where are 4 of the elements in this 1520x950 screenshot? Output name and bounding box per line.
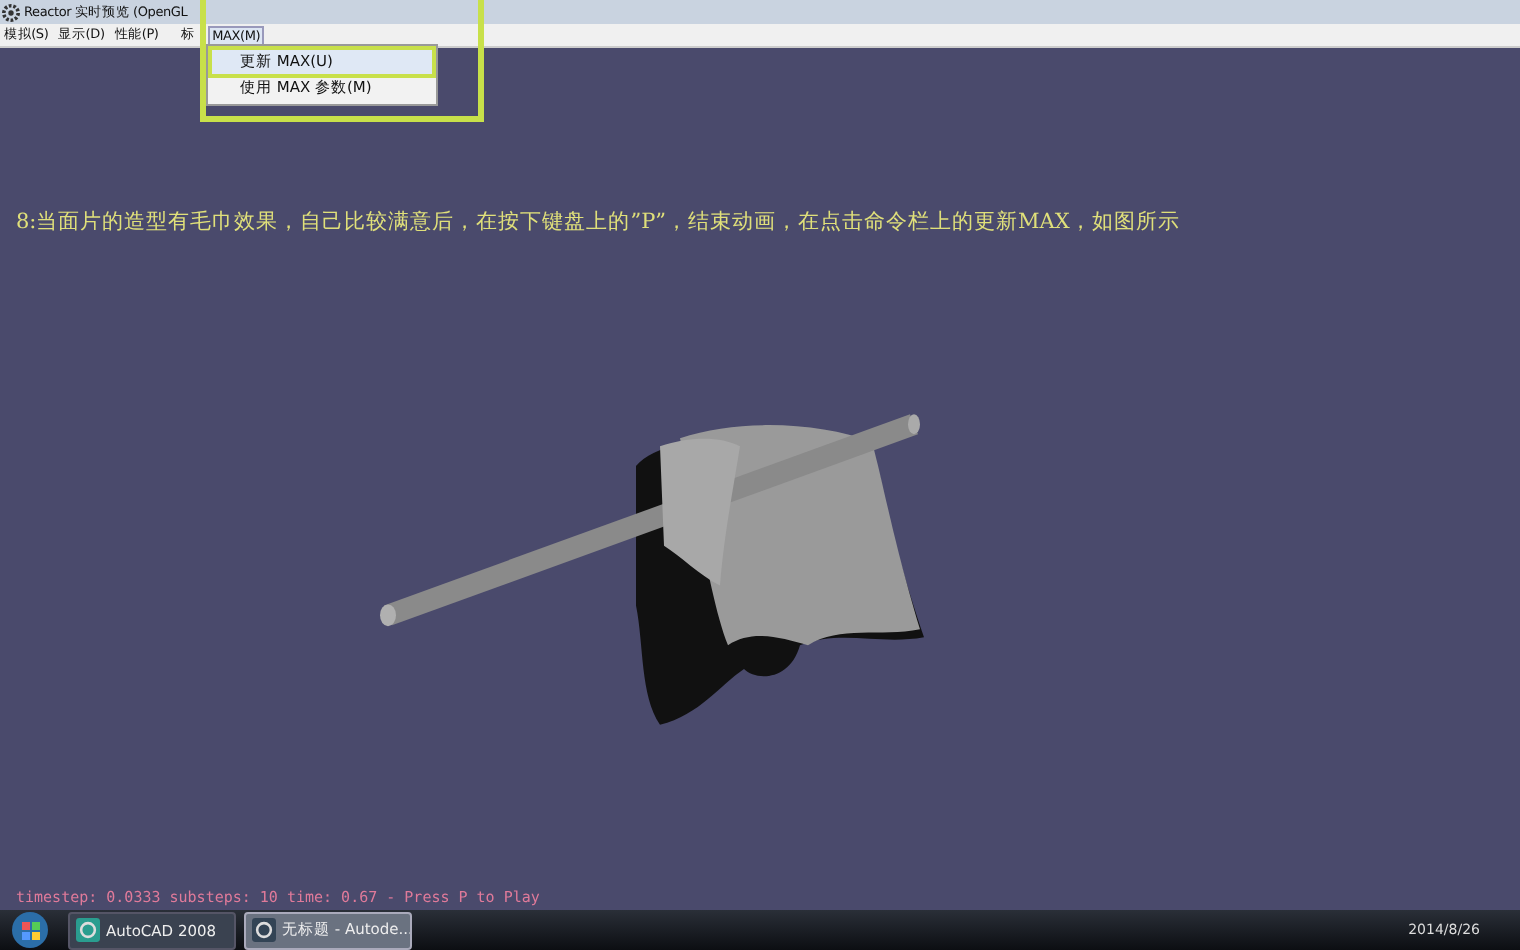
- app-icon: [252, 918, 276, 942]
- app-icon: [76, 918, 100, 942]
- gear-icon: [2, 3, 20, 21]
- instruction-text: 8:当面片的造型有毛巾效果，自己比较满意后，在按下键盘上的”P”，结束动画，在点击命令栏上的更新MAX，如图所示: [16, 208, 1182, 236]
